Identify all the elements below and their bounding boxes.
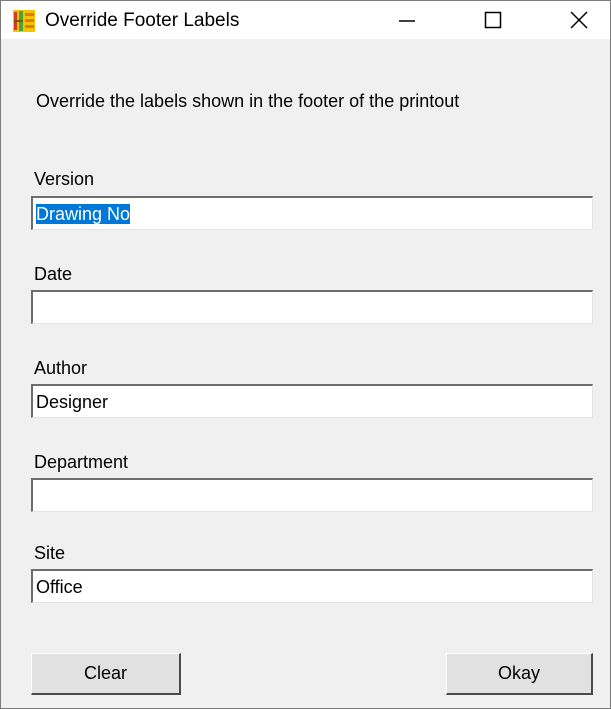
close-icon (570, 11, 588, 29)
app-icon (13, 10, 35, 32)
dialog-window: Override Footer Labels Override the labe… (0, 0, 611, 709)
version-input[interactable]: Drawing No (31, 196, 593, 230)
author-input-value: Designer (36, 392, 109, 412)
site-input[interactable]: Office (31, 569, 593, 603)
department-label: Department (34, 452, 129, 472)
okay-button[interactable]: Okay (446, 653, 593, 695)
minimize-icon (399, 20, 415, 22)
version-input-value: Drawing No (36, 204, 131, 224)
date-label: Date (34, 264, 73, 284)
clear-button[interactable]: Clear (31, 653, 181, 695)
site-input-value: Office (36, 577, 83, 597)
window-title: Override Footer Labels (45, 10, 240, 31)
author-label: Author (34, 358, 88, 378)
minimize-button[interactable] (379, 1, 435, 39)
author-input[interactable]: Designer (31, 384, 593, 418)
department-input[interactable] (31, 478, 593, 512)
site-label: Site (34, 543, 66, 563)
date-input[interactable] (31, 290, 593, 324)
title-bar[interactable]: Override Footer Labels (1, 1, 610, 39)
close-button[interactable] (551, 1, 607, 39)
maximize-button[interactable] (465, 1, 521, 39)
dialog-description: Override the labels shown in the footer … (36, 91, 460, 111)
maximize-icon (484, 11, 502, 29)
version-label: Version (34, 169, 95, 189)
